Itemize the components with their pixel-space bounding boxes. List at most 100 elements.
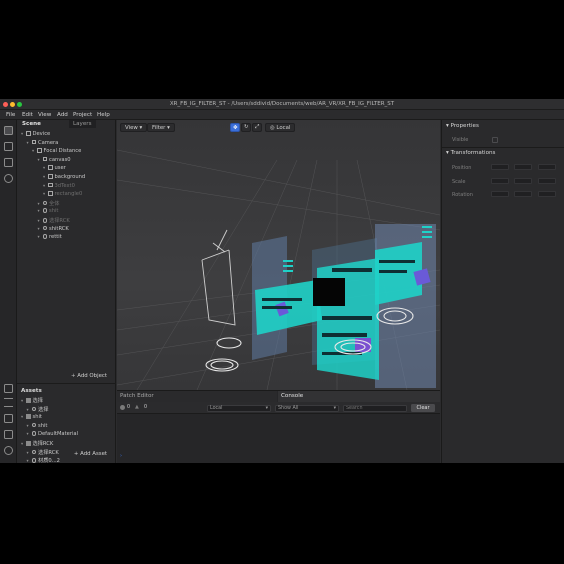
menu-file[interactable]: File — [6, 112, 15, 118]
position-z-field[interactable] — [538, 164, 556, 170]
scale-x-field[interactable] — [491, 178, 509, 184]
scene-tree-item[interactable]: ▾ rectangle0 — [17, 191, 116, 200]
left-panel: Scene Layers ▾ Device ▾ Camera ▾ Focal Distan… — [17, 120, 116, 463]
move-tool-button[interactable]: ✥ — [230, 123, 240, 132]
add-asset-button[interactable]: + Add Asset — [74, 451, 107, 457]
chevron-down-icon[interactable]: ▾ — [38, 226, 43, 231]
device-icon[interactable] — [4, 142, 13, 151]
scene-icon[interactable] — [4, 126, 13, 135]
asset-tree-item[interactable]: ▾ shit — [17, 422, 116, 432]
scene-panel-header: Scene Layers — [17, 120, 115, 130]
error-count: 0 — [127, 405, 131, 410]
tree-item-label: Device — [32, 131, 51, 137]
scene-tree-item[interactable]: ▾ 选择RCK — [17, 217, 116, 226]
tab-scene[interactable]: Scene — [22, 121, 41, 127]
scene-tree-item[interactable]: ▾ background — [17, 174, 116, 183]
local-space-button[interactable]: ◎ Local — [265, 123, 296, 132]
chevron-down-icon[interactable]: ▾ — [38, 201, 43, 206]
console-panel: Patch Editor Console 0 ▲ 0 Local ▾ Show … — [117, 390, 440, 463]
library-icon[interactable] — [4, 414, 13, 423]
camera-icon — [31, 139, 36, 145]
object-icon — [42, 234, 47, 239]
tab-patch-editor[interactable]: Patch Editor — [117, 391, 277, 402]
chevron-down-icon[interactable]: ▾ — [27, 431, 32, 436]
menu-bar: File Edit View Add Project Help — [0, 110, 564, 120]
chevron-down-icon[interactable]: ▾ — [27, 423, 32, 428]
filter-dropdown[interactable]: Filter ▾ — [147, 123, 175, 132]
scale-tool-button[interactable]: ⤢ — [252, 123, 262, 132]
scene-tree-item[interactable]: ▾ shitRCK — [17, 225, 116, 235]
tree-item-label: Camera — [38, 139, 59, 146]
chevron-down-icon[interactable]: ▾ — [27, 458, 32, 463]
scene-tree-item[interactable]: ▾ Focal Distance — [17, 148, 116, 157]
tree-item-label: shit — [32, 414, 42, 421]
asset-tree-item[interactable]: ▾ shit — [17, 414, 116, 423]
tab-console[interactable]: Console — [278, 391, 440, 402]
rotation-label: Rotation — [452, 192, 473, 198]
chevron-down-icon[interactable]: ▾ — [27, 407, 32, 412]
material-icon — [31, 431, 36, 436]
rotate-tool-button[interactable]: ↻ — [241, 123, 251, 132]
black-image-plane — [313, 278, 345, 306]
tree-item-label: shit — [49, 208, 59, 215]
export-icon[interactable] — [4, 384, 13, 393]
menu-add[interactable]: Add — [57, 112, 68, 118]
view-dropdown[interactable]: View ▾ — [120, 123, 148, 132]
menu-view[interactable]: View — [38, 112, 51, 118]
upload-icon[interactable] — [4, 398, 13, 407]
scale-y-field[interactable] — [514, 178, 532, 184]
tree-item-label: rettit — [49, 234, 62, 241]
console-toolbar: 0 ▲ 0 Local ▾ Show All ▾ Clear — [117, 402, 440, 414]
rotation-x-field[interactable] — [491, 191, 509, 197]
scene-tree-item[interactable]: ▾ rettit — [17, 234, 116, 243]
position-x-field[interactable] — [491, 164, 509, 170]
scope-select[interactable]: Local ▾ — [207, 405, 271, 412]
filter-select[interactable]: Show All ▾ — [275, 405, 339, 412]
chevron-down-icon[interactable]: ▾ — [27, 450, 32, 455]
object-icon — [42, 208, 47, 213]
properties-title-label: Properties — [450, 123, 479, 129]
console-search-input[interactable] — [343, 405, 407, 412]
scene-tree-item[interactable]: ▾ user — [17, 165, 116, 174]
chevron-down-icon[interactable]: ▾ — [38, 208, 43, 213]
chevron-right-icon[interactable]: › — [120, 453, 122, 459]
move-icon: ✥ — [233, 124, 238, 131]
tab-layers[interactable]: Layers — [69, 120, 96, 128]
chevron-down-icon: ▾ — [167, 125, 170, 131]
filter-value: Show All — [278, 406, 299, 411]
scale-z-field[interactable] — [538, 178, 556, 184]
asset-tree-item[interactable]: ▾ 选择 — [17, 406, 116, 415]
effects-icon[interactable] — [4, 174, 13, 183]
visible-checkbox[interactable] — [492, 137, 498, 143]
scene-tree-item[interactable]: ▾ canvas0 — [17, 156, 116, 166]
menu-project[interactable]: Project — [73, 112, 92, 118]
asset-tree-item[interactable]: ▾ 选择RCK — [17, 440, 116, 449]
scope-value: Local — [210, 406, 223, 411]
rotation-y-field[interactable] — [514, 191, 532, 197]
grid-icon[interactable] — [4, 430, 13, 439]
scene-tree-item[interactable]: ▾ 3dText0 — [17, 182, 116, 192]
camera-icon[interactable] — [4, 158, 13, 167]
scene-tree-item[interactable]: ▾ Device — [17, 131, 116, 140]
asset-tree-item[interactable]: ▾ DefaultMaterial — [17, 431, 116, 440]
chevron-down-icon: ▾ — [333, 406, 336, 411]
help-icon[interactable] — [4, 446, 13, 455]
window-title: XR_FB_IG_FILTER_ST - /Users/sddivid/Docu… — [169, 101, 395, 107]
material-icon — [31, 458, 36, 463]
scene-tree-item[interactable]: ▾ shit — [17, 208, 116, 217]
position-y-field[interactable] — [514, 164, 532, 170]
asset-tree-item[interactable]: ▾ 材质0...2 — [17, 457, 116, 463]
scene-tree-item[interactable]: ▾ Camera — [17, 139, 116, 149]
chevron-down-icon[interactable]: ▾ — [38, 234, 43, 239]
asset-tree-item[interactable]: ▾ 选择 — [17, 397, 116, 406]
rotation-z-field[interactable] — [538, 191, 556, 197]
tree-item-label: canvas0 — [49, 156, 71, 163]
chevron-down-icon[interactable]: ▾ — [38, 218, 43, 223]
clear-button[interactable]: Clear — [411, 404, 435, 412]
add-object-button[interactable]: + Add Object — [71, 373, 107, 379]
menu-edit[interactable]: Edit — [22, 112, 33, 118]
scene-tree-item[interactable]: ▾ 全体 — [17, 200, 116, 209]
menu-help[interactable]: Help — [97, 112, 110, 118]
tree-item-label: DefaultMaterial — [38, 431, 79, 438]
scene-viewport[interactable]: View ▾ Filter ▾ ✥ ↻ ⤢ ◎ Local — [117, 120, 440, 390]
